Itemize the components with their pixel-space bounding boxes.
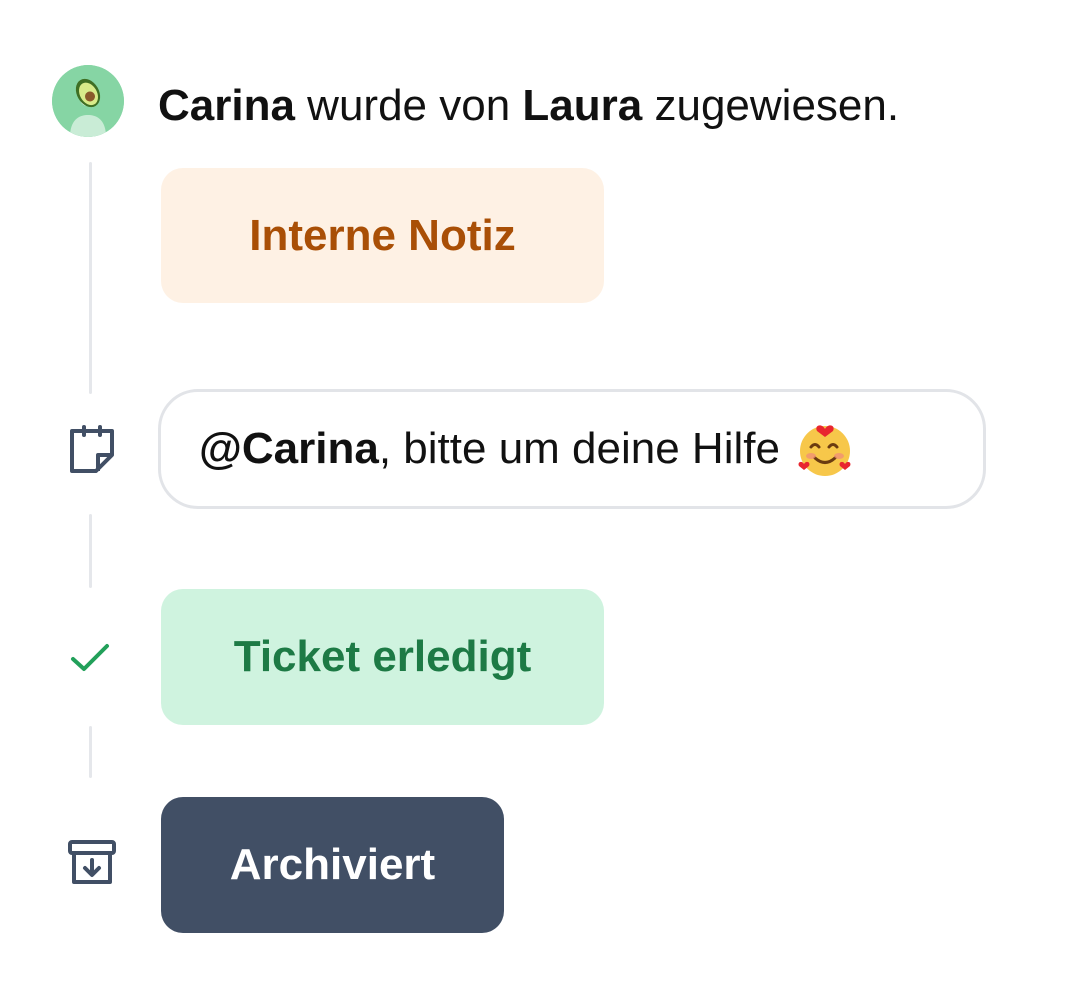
assignment-suffix-text: zugewiesen. xyxy=(642,81,900,130)
internal-note-message[interactable]: @Carina, bitte um deine Hilfe xyxy=(158,389,986,509)
check-icon xyxy=(71,644,109,671)
assignment-event-text: Carina wurde von Laura zugewiesen. xyxy=(158,76,899,136)
ticket-done-label: Ticket erledigt xyxy=(233,632,532,681)
assignee-name: Carina xyxy=(158,81,295,130)
avatar[interactable] xyxy=(52,65,124,137)
ticket-done-badge[interactable]: Ticket erledigt xyxy=(161,589,604,725)
smiling-face-with-hearts-icon xyxy=(796,420,854,478)
internal-note-label: Interne Notiz xyxy=(249,210,516,260)
archived-badge[interactable]: Archiviert xyxy=(161,797,504,933)
avocado-avatar-icon xyxy=(52,65,124,137)
timeline-connector xyxy=(89,514,92,588)
assigner-name: Laura xyxy=(522,81,643,130)
internal-note-badge[interactable]: Interne Notiz xyxy=(161,168,604,303)
sticky-note-icon xyxy=(70,425,114,473)
message-text: , bitte um deine Hilfe xyxy=(378,424,780,473)
user-mention[interactable]: @Carina xyxy=(199,424,379,474)
assignment-middle-text: wurde von xyxy=(294,81,523,130)
archive-icon xyxy=(68,840,116,884)
timeline-connector xyxy=(89,726,92,778)
archived-label: Archiviert xyxy=(229,840,436,889)
timeline-connector xyxy=(89,162,92,394)
